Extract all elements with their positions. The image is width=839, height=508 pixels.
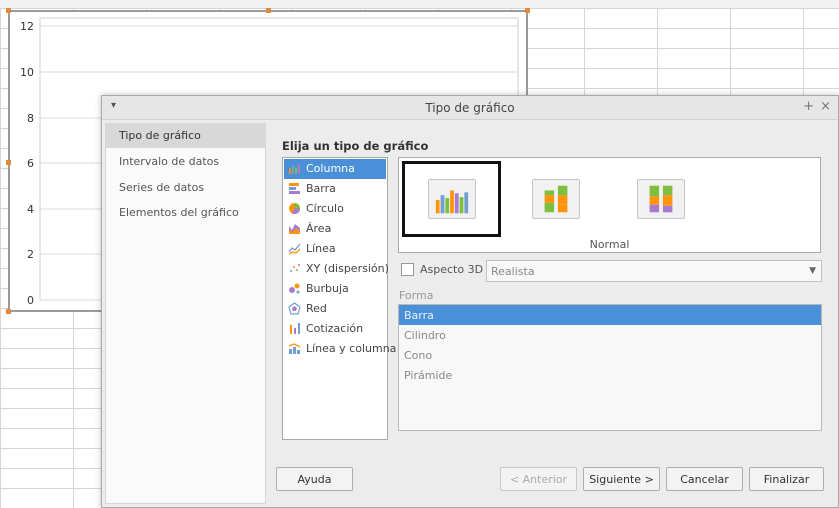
- chart-type-item[interactable]: Línea y columna: [284, 339, 396, 359]
- y-tick-label: 8: [27, 112, 34, 125]
- chart-type-heading: Elija un tipo de gráfico: [282, 139, 429, 153]
- chart-wizard-dialog: ▾ Tipo de gráfico + × Tipo de gráfico In…: [101, 95, 839, 508]
- chart-type-label: Burbuja: [306, 282, 349, 295]
- chart-type-item[interactable]: Barra: [284, 179, 386, 199]
- y-tick-label: 12: [20, 20, 34, 33]
- chevron-down-icon: ▼: [809, 266, 816, 276]
- variant-percent-stacked[interactable]: [611, 161, 710, 237]
- resize-handle[interactable]: [6, 309, 11, 314]
- chart-type-item[interactable]: Red: [284, 299, 386, 319]
- shape-item[interactable]: Barra: [399, 305, 821, 325]
- net-chart-icon: [288, 302, 301, 315]
- aspect-3d-select[interactable]: Realista ▼: [486, 260, 822, 282]
- y-tick-label: 6: [27, 157, 34, 170]
- chart-type-item[interactable]: Burbuja: [284, 279, 386, 299]
- chart-type-item[interactable]: XY (dispersión): [284, 259, 389, 279]
- wizard-steps: Tipo de gráfico Intervalo de datos Serie…: [105, 123, 266, 504]
- chart-type-item[interactable]: Columna: [284, 159, 386, 179]
- y-tick-label: 4: [27, 203, 34, 216]
- step-data-series[interactable]: Series de datos: [106, 176, 265, 200]
- resize-handle[interactable]: [266, 8, 271, 13]
- chart-type-label: Barra: [306, 182, 336, 195]
- bubble-chart-icon: [289, 283, 300, 294]
- column-stacked-icon: [531, 179, 580, 219]
- chart-type-label: Círculo: [306, 202, 344, 215]
- chart-type-label: Columna: [306, 162, 355, 175]
- pin-icon[interactable]: +: [803, 99, 814, 114]
- finish-button[interactable]: Finalizar: [749, 467, 824, 491]
- chart-variant-panel: Normal: [398, 157, 821, 253]
- next-button[interactable]: Siguiente >: [583, 467, 660, 491]
- variant-stacked[interactable]: [506, 161, 605, 237]
- stock-chart-icon: [290, 323, 300, 334]
- dialog-title: Tipo de gráfico: [425, 101, 515, 115]
- column-normal-icon: [427, 179, 476, 219]
- step-chart-type[interactable]: Tipo de gráfico: [106, 124, 265, 148]
- shape-item[interactable]: Pirámide: [399, 365, 821, 385]
- aspect-3d-checkbox[interactable]: [401, 263, 414, 276]
- dialog-titlebar[interactable]: ▾ Tipo de gráfico + ×: [102, 96, 838, 120]
- bar-chart-icon: [289, 183, 300, 194]
- area-chart-icon: [289, 224, 300, 234]
- variant-normal[interactable]: [402, 161, 501, 237]
- chart-type-item[interactable]: Círculo: [284, 199, 386, 219]
- shape-item[interactable]: Cono: [399, 345, 821, 365]
- line-chart-icon: [288, 243, 301, 255]
- column-chart-icon: [289, 164, 300, 174]
- pie-chart-icon: [289, 203, 300, 215]
- resize-handle[interactable]: [6, 160, 11, 165]
- help-button[interactable]: Ayuda: [276, 467, 353, 491]
- y-tick-label: 0: [27, 294, 34, 307]
- y-tick-label: 10: [20, 66, 34, 79]
- chart-type-label: Línea: [306, 242, 336, 255]
- chart-type-label: Línea y columna: [306, 342, 397, 355]
- aspect-3d-value: Realista: [491, 265, 535, 278]
- chart-type-item[interactable]: Línea: [284, 239, 386, 259]
- resize-handle[interactable]: [6, 8, 11, 13]
- shape-label: Forma: [399, 289, 434, 302]
- shape-item[interactable]: Cilindro: [399, 325, 821, 345]
- close-icon[interactable]: ×: [820, 99, 831, 114]
- step-data-range[interactable]: Intervalo de datos: [106, 150, 265, 174]
- chart-type-list[interactable]: Columna Barra Círculo Área Línea XY (dis…: [282, 157, 396, 440]
- cancel-button[interactable]: Cancelar: [666, 467, 743, 491]
- y-tick-label: 2: [27, 248, 34, 261]
- shape-list[interactable]: Barra Cilindro Cono Pirámide: [398, 304, 822, 431]
- aspect-3d-label: Aspecto 3D: [420, 263, 484, 276]
- column-line-chart-icon: [288, 343, 301, 354]
- step-chart-elements[interactable]: Elementos del gráfico: [106, 201, 265, 225]
- chart-type-item[interactable]: Cotización: [284, 319, 386, 339]
- spreadsheet-header-strip: [0, 0, 839, 8]
- chart-type-label: Área: [306, 222, 332, 235]
- variant-label: Normal: [589, 238, 630, 251]
- column-percent-icon: [636, 179, 685, 219]
- scatter-chart-icon: [290, 264, 300, 272]
- chart-type-item[interactable]: Área: [284, 219, 386, 239]
- chart-type-label: XY (dispersión): [306, 262, 389, 275]
- resize-handle[interactable]: [525, 8, 530, 13]
- back-button[interactable]: < Anterior: [500, 467, 577, 491]
- chart-type-label: Cotización: [306, 322, 364, 335]
- chart-type-label: Red: [306, 302, 327, 315]
